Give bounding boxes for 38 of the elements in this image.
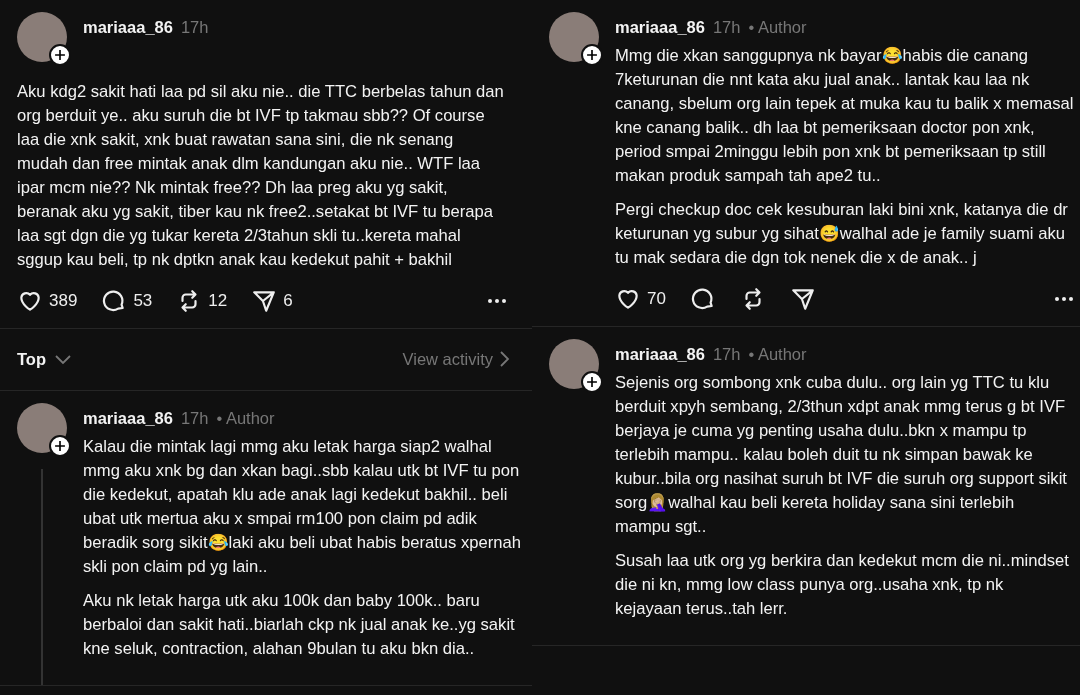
avatar[interactable] [549, 12, 599, 62]
post-text: Aku kdg2 sakit hati laa pd sil aku nie.. die TTC berbelas tahun dan org berduit ye.. aku suruh die bt IVF tp takmau sbb?? Of course laa die xnk sakit, xnk buat rawatan sana sini, die nk senang mudah dan free mintak anak dlm kandungan aku nie.. WTF laa ipar mcm nie?? Nk mintak free?? Dh laa preg aku yg sakit, beranak aku yg sakit, tiber kau nk free2..setakat bt IVF tu berapa laa sgt dgn die yg tukar kereta 2/3tahun skli tu..kereta mahal sggup kau beli, tp nk dptkn anak kau kedekut pahit + bakhil [17, 81, 505, 271]
post-text: Mmg die xkan sanggupnya nk bayar😂habis die canang 7keturunan die nnt kata aku jual anak.. lantak kau laa nk canang, sbelum org lain tepek at muka kau tu balik x memasal kne canang balik.. dh laa bt pemeriksaan doctor pon xnk, period smpai 2minggu lebih pon xnk bt pemeriksaan tp still makan produk sampah tah ape2 tu.. [615, 44, 1074, 187]
username[interactable]: mariaaa_86 [615, 15, 705, 40]
post-time: 17h [712, 17, 741, 38]
avatar[interactable] [549, 338, 599, 389]
avatar[interactable] [17, 12, 67, 62]
post-text: Kalau die mintak lagi mmg aku letak harga siap2 walhal mmg aku xnk bg dan xkan bagi..sbb kalau utk bt IVF tu pon die kedekut, apatah klu ade anak lagi kedekut bakhil.. beli ubat utk mertua aku x smpai rm100 pon claim pd adik beradik sorg sikit😂laki aku beli ubat habis beratus xpernah skli pon claim pd yg lain.. [83, 435, 522, 578]
follow-plus-icon[interactable] [49, 44, 71, 66]
post-text: Aku nk letak harga utk aku 100k dan baby 100k.. baru berbaloi dan sakit hati..biarlah ckp nk jual anak ke..yg sakit kne seluk, contraction, alahan 9bulan tu aku bkn dia.. [83, 589, 516, 660]
follow-plus-icon[interactable] [581, 44, 603, 66]
share-button[interactable]: 6 [251, 288, 293, 314]
sort-dropdown[interactable]: Top [17, 347, 72, 372]
repost-button[interactable]: 12 [176, 288, 228, 314]
username[interactable]: mariaaa_86 [615, 341, 705, 367]
author-label: • Author [748, 343, 807, 365]
chevron-down-icon [54, 353, 72, 365]
author-label: • Author [748, 17, 807, 38]
more-options-icon[interactable] [1054, 295, 1074, 302]
post-text: Pergi checkup doc cek kesuburan laki bini xnk, katanya die dr keturunan yg subur yg sihat😅walhal ade je family suami aku tu mak sedara die dgn tok nenek die x de anak.. j [615, 198, 1069, 269]
send-icon [251, 288, 278, 314]
author-label: • Author [216, 407, 275, 429]
username[interactable]: mariaaa_86 [83, 15, 173, 40]
post-text: Sejenis org sombong xnk cuba dulu.. org lain yg TTC tu klu berduit xpyh sembang, 2/3thun xdpt anak mmg terus g bt IVF berjaya je cuma yg penting usaha dulu..bkn x mampu tp terlebih mampu.. kalau boleh duit tu nk simpan bawak ke kubur..bila org nasihat suruh bt IVF die suruh org support sikit sorg🤦🏼‍♀walhal kau beli kereta holiday sana sini terlebih mampu sgt.. [615, 371, 1068, 538]
more-options-icon[interactable] [487, 298, 507, 304]
chevron-right-icon [499, 350, 510, 369]
like-button[interactable]: 389 [17, 288, 78, 314]
view-activity-link[interactable]: View activity [402, 347, 510, 372]
username[interactable]: mariaaa_86 [83, 405, 173, 431]
follow-plus-icon[interactable] [581, 370, 603, 393]
post-time: 17h [180, 17, 209, 38]
post-time: 17h [712, 343, 741, 365]
post-time: 17h [180, 407, 209, 429]
post-text: Susah laa utk org yg berkira dan kedekut mcm die ni..mindset die ni kn, mmg low class punya org..usaha xnk, tp nk kejayaan terus..tah lerr. [615, 549, 1070, 620]
follow-plus-icon[interactable] [49, 434, 71, 457]
avatar[interactable] [17, 402, 67, 453]
like-button[interactable]: 70 [615, 285, 666, 312]
reply-button[interactable]: 53 [101, 288, 153, 314]
